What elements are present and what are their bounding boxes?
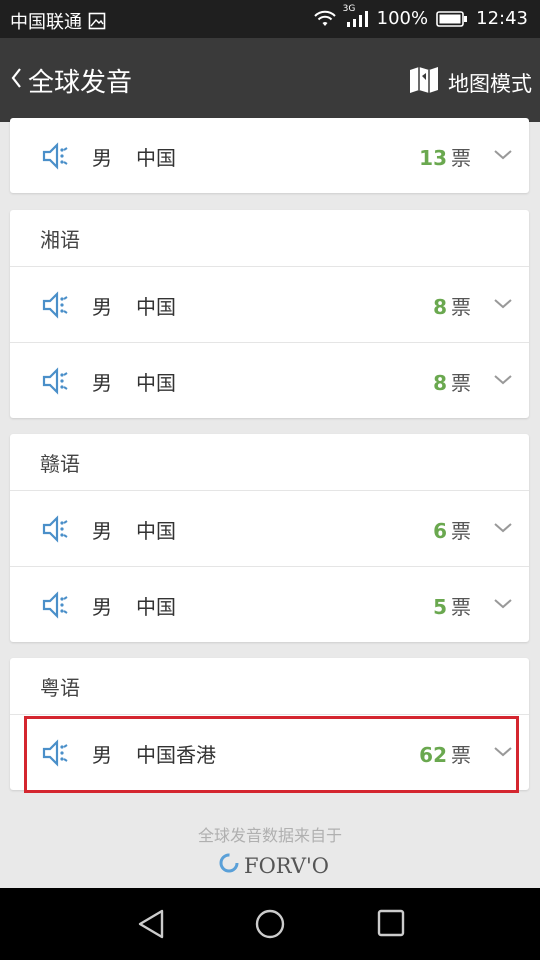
map-icon xyxy=(408,64,440,101)
square-recents-icon[interactable] xyxy=(376,908,406,942)
country-label: 中国 xyxy=(136,295,176,319)
gender-label: 男 xyxy=(92,371,112,395)
system-nav-bar xyxy=(0,888,540,960)
pronunciation-row[interactable]: 男 中国 13 票 xyxy=(10,118,529,193)
vote-count: 13 票 xyxy=(419,142,471,171)
triangle-back-icon[interactable] xyxy=(136,908,166,944)
language-group-card: 赣语 男 中国 6票 男 中国 5票 xyxy=(10,434,529,642)
chevron-left-icon xyxy=(10,67,22,94)
vote-count: 8票 xyxy=(433,291,471,320)
language-group-card: 男 中国 13 票 xyxy=(10,118,529,193)
country-label: 中国 xyxy=(136,371,176,395)
vote-number: 8 xyxy=(433,371,447,395)
forvo-logo-text: FORV'O xyxy=(244,853,330,878)
gender-label: 男 xyxy=(92,519,112,543)
gender-label: 男 xyxy=(92,595,112,619)
app-header: 全球发音 地图模式 xyxy=(0,38,540,122)
highlight-box xyxy=(24,716,519,793)
source-credit: 全球发音数据来自于 xyxy=(197,826,342,845)
language-group-title: 湘语 xyxy=(10,210,529,267)
speaker-icon[interactable] xyxy=(42,515,70,547)
speaker-icon[interactable] xyxy=(42,591,70,623)
speaker-icon[interactable] xyxy=(42,367,70,399)
map-mode-label: 地图模式 xyxy=(448,71,532,96)
network-type-label: 3G xyxy=(342,3,356,14)
chevron-down-icon[interactable] xyxy=(493,519,513,538)
chevron-down-icon[interactable] xyxy=(493,371,513,390)
chevron-down-icon[interactable] xyxy=(493,595,513,614)
pronunciation-row[interactable]: 男 中国 8票 xyxy=(10,343,529,418)
carrier-label: 中国联通 xyxy=(10,12,82,33)
forvo-logo[interactable]: FORV'O xyxy=(218,852,329,879)
vote-number: 5 xyxy=(433,595,447,619)
gender-label: 男 xyxy=(92,295,112,319)
speaker-icon[interactable] xyxy=(42,291,70,323)
forvo-logo-icon xyxy=(218,852,240,879)
map-mode-button[interactable]: 地图模式 xyxy=(408,64,532,101)
speaker-icon[interactable] xyxy=(42,142,70,174)
vote-unit: 票 xyxy=(451,595,471,619)
clock: 12:43 xyxy=(476,8,528,29)
vote-unit: 票 xyxy=(451,295,471,319)
pronunciation-row[interactable]: 男 中国 6票 xyxy=(10,491,529,567)
gender-label: 男 xyxy=(92,146,112,170)
battery-icon xyxy=(436,10,468,28)
vote-count: 8票 xyxy=(433,367,471,396)
vote-number: 13 xyxy=(419,146,447,170)
country-label: 中国 xyxy=(136,519,176,543)
language-group-card: 湘语 男 中国 8票 男 中国 8票 xyxy=(10,210,529,418)
wifi-icon xyxy=(313,10,337,28)
country-label: 中国 xyxy=(136,595,176,619)
vote-unit: 票 xyxy=(451,371,471,395)
vote-unit: 票 xyxy=(451,146,471,170)
language-group-title: 赣语 xyxy=(10,434,529,491)
country-label: 中国 xyxy=(136,146,176,170)
language-group-title: 粤语 xyxy=(10,658,529,715)
battery-percent: 100% xyxy=(376,8,429,29)
chevron-down-icon[interactable] xyxy=(493,146,513,165)
pronunciation-row[interactable]: 男 中国 5票 xyxy=(10,567,529,642)
vote-number: 6 xyxy=(433,519,447,543)
chevron-down-icon[interactable] xyxy=(493,295,513,314)
vote-unit: 票 xyxy=(451,519,471,543)
pronunciation-row[interactable]: 男 中国 8票 xyxy=(10,267,529,343)
image-notification-icon xyxy=(88,12,106,30)
vote-count: 5票 xyxy=(433,591,471,620)
vote-count: 6票 xyxy=(433,515,471,544)
back-button[interactable]: 全球发音 xyxy=(10,62,132,99)
status-bar: 中国联通 3G 100% 12:43 xyxy=(0,0,540,38)
vote-number: 8 xyxy=(433,295,447,319)
page-title: 全球发音 xyxy=(28,68,133,98)
signal-icon: 3G xyxy=(343,4,369,28)
circle-home-icon[interactable] xyxy=(254,908,286,944)
